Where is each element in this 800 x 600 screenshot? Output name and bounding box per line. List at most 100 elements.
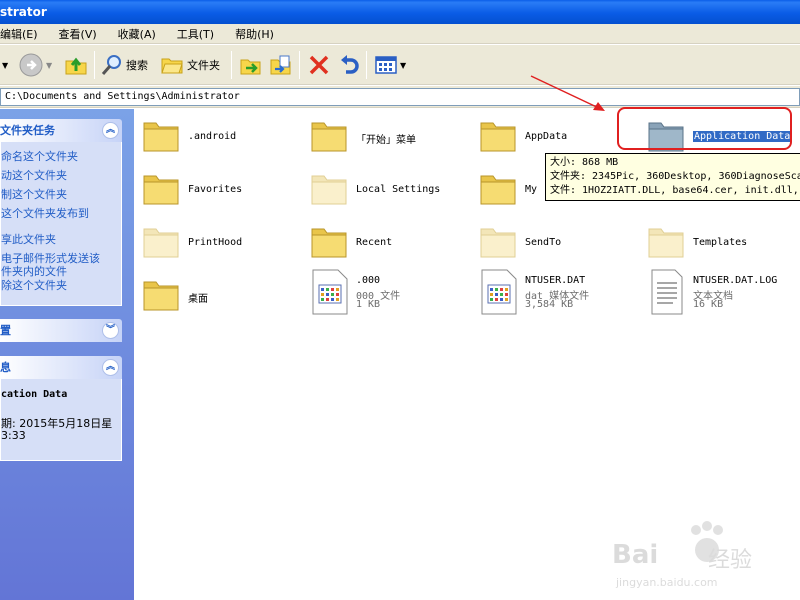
search-icon: [101, 55, 121, 75]
collapse-icon[interactable]: ︽: [102, 122, 119, 139]
folder-item[interactable]: SendTo: [479, 221, 639, 269]
back-dropdown[interactable]: ▼: [0, 51, 8, 79]
tooltip-size: 大小: 868 MB: [550, 157, 619, 168]
item-size: 3,584 KB: [525, 299, 574, 310]
folder-icon: [311, 228, 347, 258]
window-title: strator: [0, 5, 47, 19]
tooltip-files: 文件: 1HOZ2IATT.DLL, base64.cer, init.dll,…: [550, 185, 800, 196]
views-button[interactable]: ▼: [373, 51, 406, 79]
folder-item[interactable]: Favorites: [142, 168, 302, 216]
folder-icon: [143, 122, 179, 152]
copy-to-icon: [270, 55, 291, 75]
hidden-folder-icon: [480, 228, 516, 258]
up-folder-button[interactable]: [64, 51, 88, 79]
watermark-url: jingyan.baidu.com: [616, 576, 718, 589]
item-name: PrintHood: [188, 237, 243, 248]
details-title: 息: [0, 361, 11, 374]
search-button[interactable]: 搜索: [100, 51, 148, 79]
undo-button[interactable]: [336, 51, 362, 79]
menu-favorites[interactable]: 收藏(A): [118, 26, 156, 42]
folder-item[interactable]: 「开始」菜单: [310, 115, 470, 163]
folder-item[interactable]: My: [479, 168, 549, 216]
text-file-icon: [651, 269, 683, 315]
task-delete-folder[interactable]: 除这个文件夹: [1, 277, 67, 293]
forward-icon: [19, 53, 43, 77]
other-places-title: 置: [0, 324, 11, 337]
up-folder-icon: [65, 57, 87, 75]
file-item[interactable]: NTUSER.DAT dat 媒体文件 3,584 KB: [479, 269, 639, 317]
search-label: 搜索: [126, 59, 148, 72]
move-to-button[interactable]: [238, 51, 264, 79]
folder-item[interactable]: Recent: [310, 221, 470, 269]
tooltip-folders: 文件夹: 2345Pic, 360Desktop, 360DiagnoseSca…: [550, 171, 800, 182]
address-bar: C:\Documents and Settings\Administrator: [0, 86, 800, 108]
forward-button[interactable]: ▼: [18, 51, 52, 79]
item-name: Templates: [693, 237, 748, 248]
file-item[interactable]: NTUSER.DAT.LOG 文本文档 16 KB: [647, 269, 797, 317]
item-size: 16 KB: [693, 299, 724, 310]
undo-icon: [341, 55, 359, 74]
folder-icon: [143, 175, 179, 205]
task-rename-folder[interactable]: 命名这个文件夹: [1, 148, 78, 164]
details-date-line2: 3:33: [1, 429, 26, 442]
menu-help[interactable]: 帮助(H): [235, 26, 274, 42]
media-file-icon: [312, 269, 348, 315]
folder-tasks-title: 文件夹任务: [0, 124, 55, 137]
hidden-folder-icon: [311, 175, 347, 205]
menu-edit[interactable]: 编辑(E): [0, 26, 38, 42]
folder-icon: [480, 175, 516, 205]
delete-button[interactable]: [306, 51, 332, 79]
baidu-watermark: Bai 经验 jingyan.baidu.com: [612, 514, 762, 594]
watermark-text-2: 经验: [708, 548, 753, 573]
chevron-down-icon: ▼: [400, 60, 407, 70]
task-publish-folder[interactable]: 这个文件夹发布到: [1, 205, 89, 221]
item-name: Recent: [356, 237, 393, 248]
item-name: NTUSER.DAT.LOG: [693, 275, 778, 286]
folder-item[interactable]: PrintHood: [142, 221, 302, 269]
task-share-folder[interactable]: 享此文件夹: [1, 231, 56, 247]
address-input[interactable]: C:\Documents and Settings\Administrator: [0, 88, 800, 106]
other-places-header[interactable]: 置 ︾: [0, 319, 122, 342]
folder-tasks-panel: 命名这个文件夹 动这个文件夹 制这个文件夹 这个文件夹发布到 享此文件夹 电子邮…: [0, 142, 122, 306]
folders-icon: [161, 58, 183, 74]
file-item[interactable]: .000 000 文件 1 KB: [310, 269, 470, 317]
delete-icon: [309, 55, 329, 75]
item-name: Favorites: [188, 184, 243, 195]
folder-item[interactable]: Templates: [647, 221, 797, 269]
menu-tools[interactable]: 工具(T): [177, 26, 214, 42]
item-name: NTUSER.DAT: [525, 275, 586, 286]
collapse-icon[interactable]: ︽: [102, 359, 119, 376]
folder-item[interactable]: .android: [142, 115, 302, 163]
toolbar: ▼ ▼ 搜索 文件夹 ▼: [0, 45, 800, 85]
folders-button[interactable]: 文件夹: [160, 51, 220, 79]
item-name: .android: [188, 131, 237, 142]
annotation-arrow: [530, 75, 605, 111]
item-size: 1 KB: [356, 299, 381, 310]
task-copy-folder[interactable]: 制这个文件夹: [1, 186, 67, 202]
menu-view[interactable]: 查看(V): [59, 26, 97, 42]
task-pane: 文件夹任务 ︽ 命名这个文件夹 动这个文件夹 制这个文件夹 这个文件夹发布到 享…: [0, 109, 134, 600]
item-name: .000: [356, 275, 381, 286]
folder-item[interactable]: Local Settings: [310, 168, 470, 216]
chevron-down-icon: ▼: [46, 60, 53, 70]
details-name: cation Data: [1, 389, 68, 400]
item-name: SendTo: [525, 237, 562, 248]
item-name: My: [525, 184, 538, 195]
folders-label: 文件夹: [187, 59, 220, 72]
task-move-folder[interactable]: 动这个文件夹: [1, 167, 67, 183]
folder-icon: [311, 122, 347, 152]
expand-icon[interactable]: ︾: [102, 322, 119, 339]
item-name: 桌面: [188, 294, 208, 305]
move-to-icon: [240, 59, 261, 75]
details-header[interactable]: 息 ︽: [0, 356, 122, 379]
item-name: AppData: [525, 131, 568, 142]
folder-tasks-header[interactable]: 文件夹任务 ︽: [0, 119, 122, 142]
annotation-highlight-box: [617, 107, 792, 150]
title-bar[interactable]: strator: [0, 0, 800, 24]
media-file-icon: [481, 269, 517, 315]
item-tooltip: 大小: 868 MB 文件夹: 2345Pic, 360Desktop, 360…: [545, 153, 800, 201]
folder-icon: [143, 281, 179, 311]
folder-item[interactable]: 桌面: [142, 274, 302, 322]
hidden-folder-icon: [648, 228, 684, 258]
copy-to-button[interactable]: [268, 51, 294, 79]
